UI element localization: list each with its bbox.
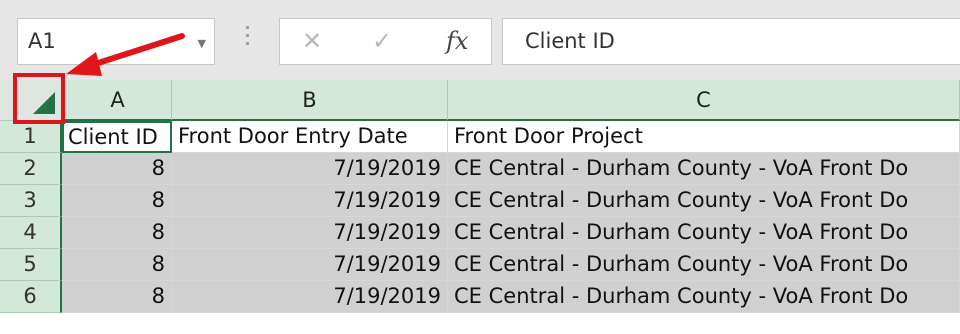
- annotation-arrow-icon: [66, 33, 185, 76]
